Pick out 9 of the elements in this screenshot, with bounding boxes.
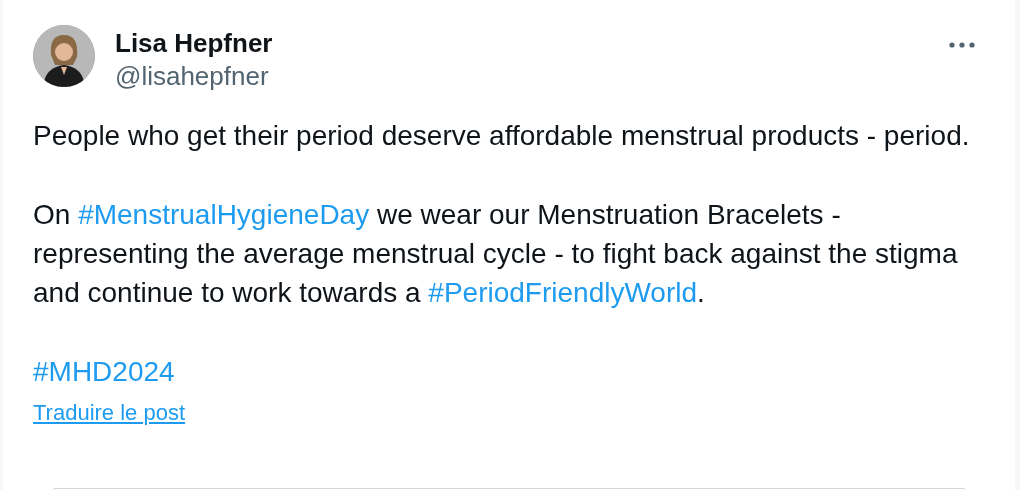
hashtag-link[interactable]: #PeriodFriendlyWorld xyxy=(428,277,698,308)
hashtag-link[interactable]: #MHD2024 xyxy=(33,356,175,387)
more-icon[interactable] xyxy=(949,42,975,48)
post-text: People who get their period deserve affordable menstrual products - period. xyxy=(33,119,971,153)
hashtag-link[interactable]: #MenstrualHygieneDay xyxy=(78,199,370,230)
author-name[interactable]: Lisa Hepfner xyxy=(115,28,273,58)
author-handle[interactable]: @lisahepfner xyxy=(115,60,273,92)
post-text: On #MenstrualHygieneDay we wear our Menstruation Bracelets - representing the average menstrual cycle - to fight back against the stigma and continue to work towards a #PeriodFriendlyWorld. xyxy=(33,198,959,310)
translate-link[interactable]: Traduire le post xyxy=(33,400,186,425)
